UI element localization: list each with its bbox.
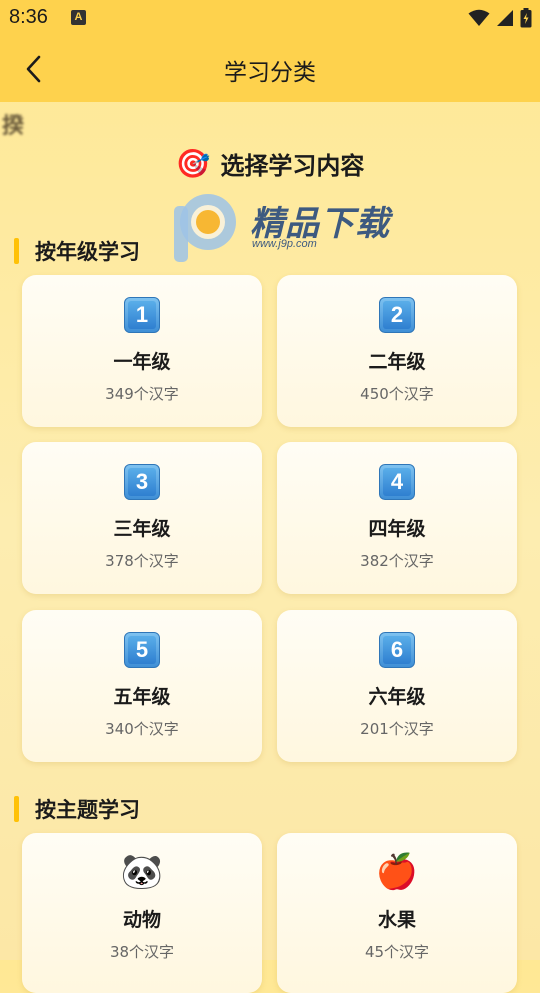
section-accent-bar	[14, 796, 19, 822]
content-heading-text: 选择学习内容	[220, 152, 365, 180]
section-title-grade-text: 按年级学习	[35, 240, 140, 264]
watermark-logo-icon	[174, 194, 236, 262]
card-title: 六年级	[368, 686, 426, 708]
keycap-3-icon: 3	[124, 464, 160, 500]
card-title: 五年级	[113, 686, 171, 708]
panda-icon: 🐼	[120, 852, 164, 892]
theme-card-animals[interactable]: 🐼 动物 38个汉字	[22, 833, 262, 993]
target-icon: 🎯	[175, 146, 211, 180]
card-count: 201个汉字	[360, 720, 434, 738]
section-title-grade: 按年级学习	[14, 237, 140, 265]
section-accent-bar	[14, 238, 19, 264]
keycap-5-icon: 5	[124, 632, 160, 668]
theme-card-fruits[interactable]: 🍎 水果 45个汉字	[277, 833, 517, 993]
page-title: 学习分类	[224, 60, 316, 86]
grade-card-5[interactable]: 5 五年级 340个汉字	[22, 610, 262, 762]
keycap-2-icon: 2	[379, 297, 415, 333]
status-icons	[468, 6, 532, 30]
signal-icon	[497, 10, 513, 26]
watermark-url: www.j9p.com	[252, 238, 317, 250]
content-heading: 🎯 选择学习内容	[0, 146, 540, 181]
keycap-6-icon: 6	[379, 632, 415, 668]
card-title: 三年级	[113, 518, 171, 540]
status-bar: 8:36 A	[0, 0, 540, 36]
corner-tag: 揆	[2, 114, 25, 139]
card-count: 340个汉字	[105, 720, 179, 738]
section-title-theme: 按主题学习	[14, 795, 140, 823]
grade-card-1[interactable]: 1 一年级 349个汉字	[22, 275, 262, 427]
card-count: 38个汉字	[109, 943, 175, 961]
keycap-4-icon: 4	[379, 464, 415, 500]
wifi-icon	[468, 9, 490, 26]
card-title: 二年级	[368, 351, 426, 373]
notification-a-icon: A	[71, 10, 86, 25]
app-header: 学习分类	[0, 36, 540, 102]
status-time: 8:36	[9, 6, 48, 28]
card-count: 45个汉字	[364, 943, 430, 961]
grade-card-6[interactable]: 6 六年级 201个汉字	[277, 610, 517, 762]
battery-icon	[520, 8, 532, 28]
card-title: 动物	[122, 909, 161, 931]
grade-card-4[interactable]: 4 四年级 382个汉字	[277, 442, 517, 594]
apple-icon: 🍎	[375, 852, 419, 892]
keycap-1-icon: 1	[124, 297, 160, 333]
section-title-theme-text: 按主题学习	[35, 798, 140, 822]
card-title: 一年级	[113, 351, 171, 373]
grade-card-3[interactable]: 3 三年级 378个汉字	[22, 442, 262, 594]
card-title: 水果	[377, 909, 416, 931]
card-count: 382个汉字	[360, 552, 434, 570]
card-title: 四年级	[368, 518, 426, 540]
watermark: 精品下载 www.j9p.com	[172, 192, 397, 264]
grade-card-2[interactable]: 2 二年级 450个汉字	[277, 275, 517, 427]
card-count: 450个汉字	[360, 385, 434, 403]
card-count: 349个汉字	[105, 385, 179, 403]
card-count: 378个汉字	[105, 552, 179, 570]
